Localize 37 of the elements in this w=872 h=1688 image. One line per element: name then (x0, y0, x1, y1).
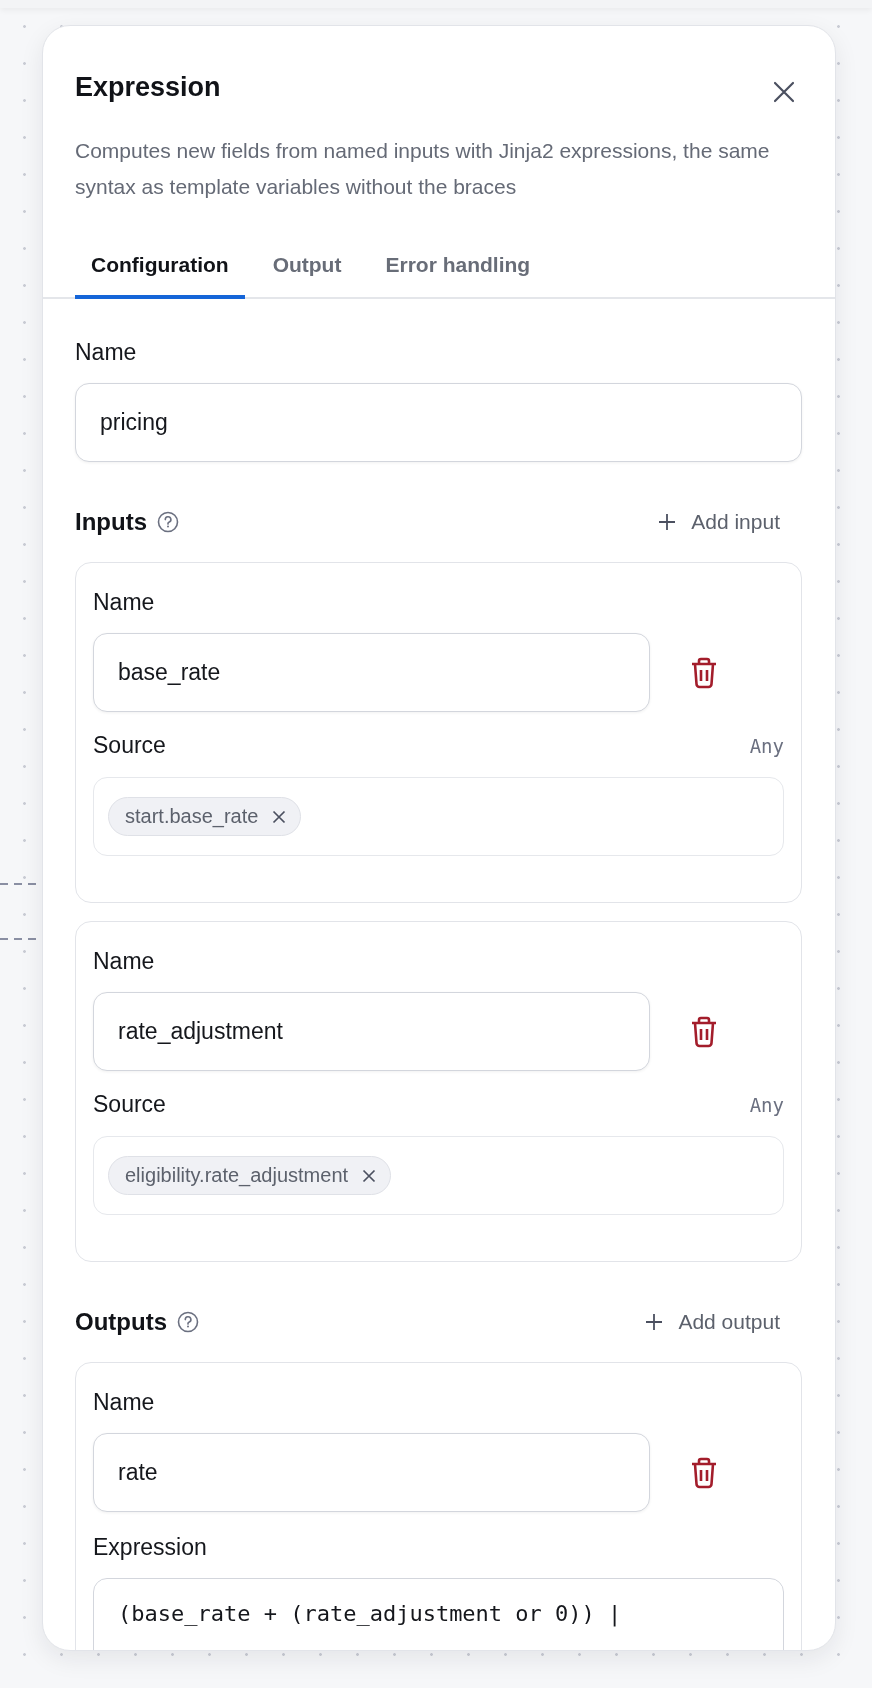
section-heading: Outputs (75, 1308, 167, 1336)
field-label: Source (93, 732, 166, 759)
tab[interactable]: Configuration (75, 239, 245, 299)
field-label: Name (93, 1389, 156, 1416)
field-label: Name (75, 339, 138, 366)
panel-description: Computes new fields from named inputs with Jinja2 expressions, the same syntax as template variables without the braces (74, 138, 771, 200)
panel-title: Expression (75, 72, 221, 103)
type-label: Any (749, 734, 784, 757)
add-input-button[interactable]: Add input (653, 506, 802, 538)
field-label: Name (93, 589, 156, 616)
plus-icon (644, 1312, 665, 1332)
help-icon[interactable] (157, 511, 179, 533)
close-icon[interactable] (773, 80, 795, 103)
type-label: Any (749, 1093, 784, 1116)
field-label: Source (93, 1091, 166, 1118)
source-field[interactable]: eligibility.rate_adjustment (93, 1136, 784, 1215)
tab[interactable]: Output (256, 239, 358, 299)
name-input[interactable]: rate (93, 1433, 650, 1512)
name-input[interactable]: pricing (75, 383, 802, 462)
field-label: Expression (93, 1534, 208, 1561)
name-input[interactable]: base_rate (93, 633, 650, 712)
trash-icon[interactable] (690, 656, 718, 689)
add-output-button[interactable]: Add output (640, 1306, 802, 1338)
section-heading: Inputs (75, 508, 147, 536)
remove-icon[interactable] (272, 809, 287, 824)
tab[interactable]: Error handling (369, 239, 547, 299)
source-tag: eligibility.rate_adjustment (108, 1156, 392, 1195)
plus-icon (657, 512, 678, 532)
trash-icon[interactable] (690, 1015, 718, 1048)
trash-icon[interactable] (690, 1456, 718, 1489)
field-label: Name (93, 948, 156, 975)
source-field[interactable]: start.base_rate (93, 777, 784, 856)
name-input[interactable]: rate_adjustment (93, 992, 650, 1071)
source-tag: start.base_rate (108, 797, 302, 836)
expression-field[interactable]: (base_rate + (rate_adjustment or 0)) | (93, 1578, 784, 1650)
help-icon[interactable] (177, 1311, 199, 1333)
remove-icon[interactable] (362, 1168, 377, 1183)
